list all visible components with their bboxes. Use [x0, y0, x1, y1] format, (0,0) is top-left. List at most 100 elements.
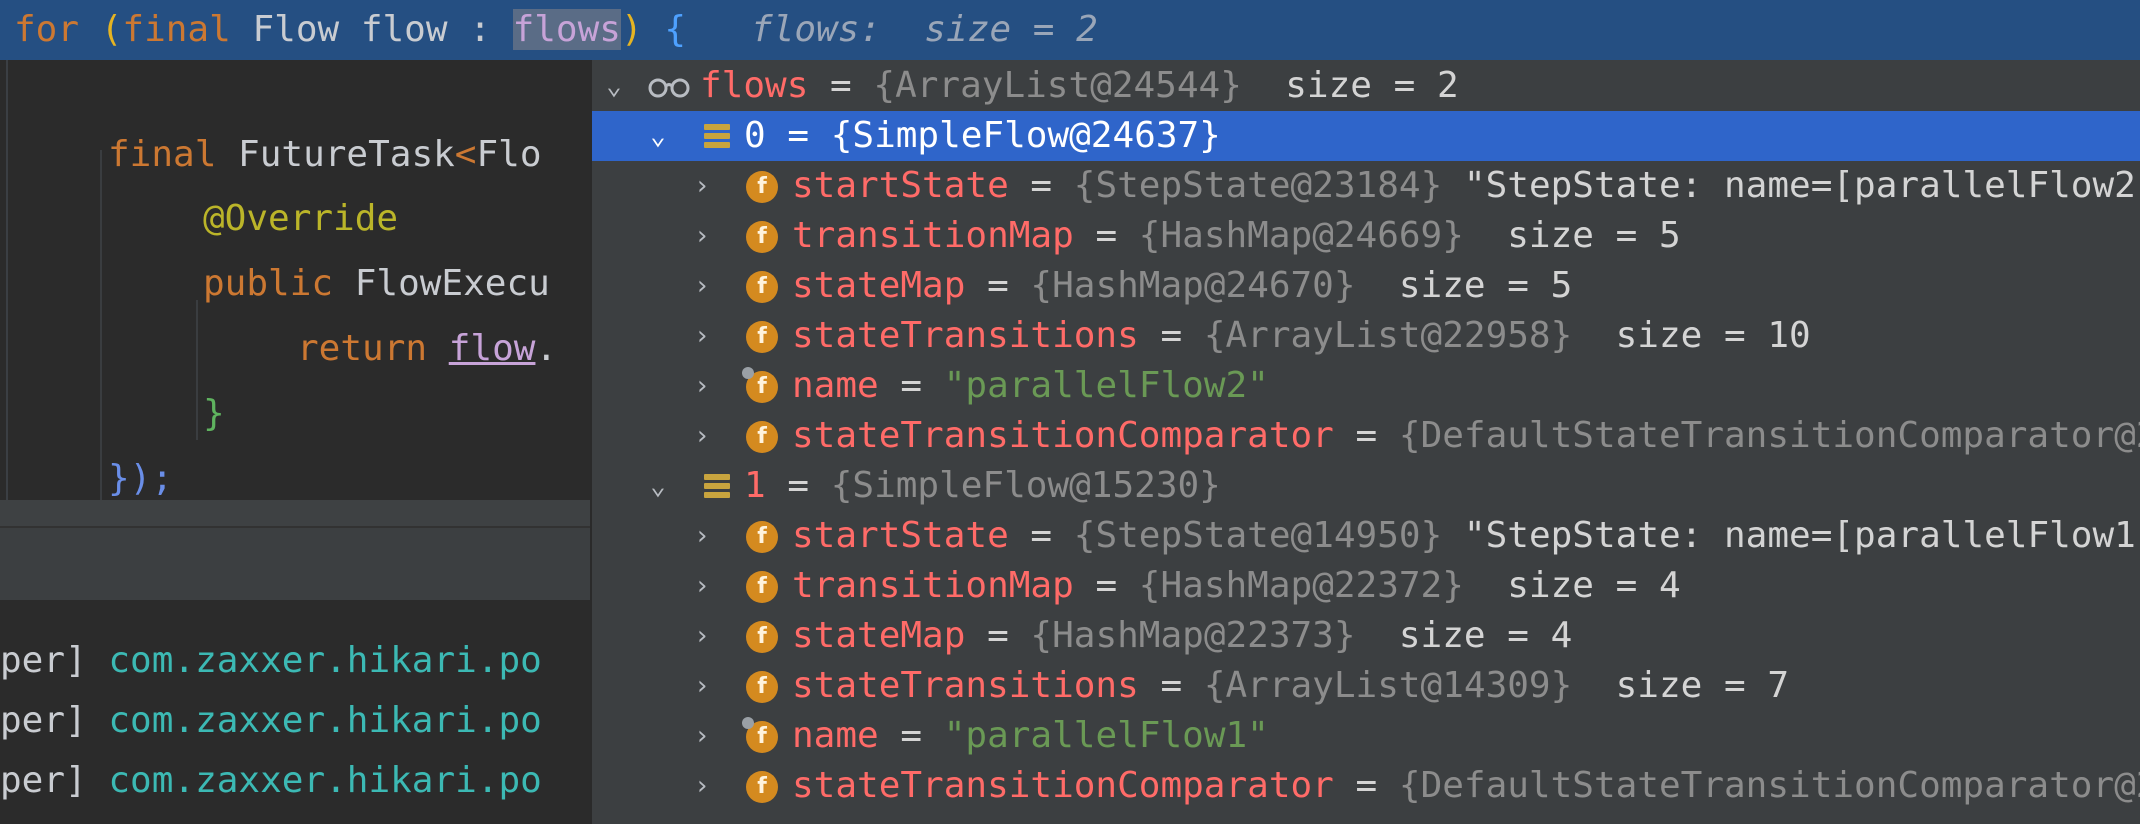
- code-line-4: return flow.: [297, 328, 557, 369]
- tree-row-field[interactable]: › f startState = {StepState@23184} "Step…: [592, 161, 2140, 211]
- chevron-right-icon[interactable]: ›: [690, 261, 714, 311]
- string-value: "parallelFlow2": [943, 365, 1269, 406]
- equals: =: [765, 115, 831, 156]
- equals: =: [878, 365, 944, 406]
- tree-row-field[interactable]: › f stateTransitions = {ArrayList@22958}…: [592, 311, 2140, 361]
- code-editor[interactable]: final FutureTask<Flo @Override public Fl…: [0, 60, 590, 500]
- list-element-icon: [704, 124, 730, 148]
- editor-current-line: for (final Flow flow : flows) { flows: s…: [0, 0, 2140, 60]
- code-line-5: }: [203, 393, 225, 434]
- tree-row-field[interactable]: › f stateTransitions = {ArrayList@14309}…: [592, 661, 2140, 711]
- code-line-3: public FlowExecu: [203, 263, 550, 304]
- field-icon-letter: f: [757, 724, 767, 749]
- list-element-icon: [704, 474, 730, 498]
- chevron-right-icon[interactable]: ›: [690, 761, 714, 811]
- chevron-right-icon[interactable]: ›: [690, 211, 714, 261]
- scrollbar-track[interactable]: [0, 500, 590, 526]
- inline-debug-hint: flows: size = 2: [751, 9, 1098, 50]
- field-icon: f: [746, 271, 778, 303]
- equals: =: [1138, 315, 1204, 356]
- chevron-down-icon[interactable]: ⌄: [602, 61, 626, 111]
- equals: =: [1008, 165, 1074, 206]
- tree-row-text: transitionMap = {HashMap@22372} size = 4: [792, 561, 1681, 611]
- console-logger: com.zaxxer.hikari.po: [108, 700, 542, 741]
- field-icon: f: [746, 621, 778, 653]
- code-text: FutureTask: [216, 134, 455, 175]
- highlighted-variable-flows[interactable]: flows: [512, 9, 621, 50]
- chevron-down-icon[interactable]: ⌄: [646, 111, 670, 161]
- field-icon: f: [746, 221, 778, 253]
- equals: =: [808, 65, 874, 106]
- tree-row-field[interactable]: › f transitionMap = {HashMap@22372} size…: [592, 561, 2140, 611]
- object-ref: {HashMap@22373}: [1030, 615, 1356, 656]
- equals: =: [965, 265, 1031, 306]
- tree-row-text: transitionMap = {HashMap@24669} size = 5: [792, 211, 1681, 261]
- value-extra: "StepState: name=[parallelFlow1.step0]": [1463, 515, 2140, 556]
- watch-glasses-icon: [648, 78, 690, 98]
- chevron-down-icon[interactable]: ⌄: [646, 461, 670, 511]
- object-ref: {HashMap@24669}: [1138, 215, 1464, 256]
- chevron-right-icon[interactable]: ›: [690, 711, 714, 761]
- chevron-right-icon[interactable]: ›: [690, 511, 714, 561]
- pin-icon: [742, 717, 754, 729]
- tree-row-text: stateTransitionComparator = {DefaultStat…: [792, 761, 2140, 811]
- tree-row-field[interactable]: › f stateTransitionComparator = {Default…: [592, 411, 2140, 461]
- tree-row-text: flows = {ArrayList@24544} size = 2: [700, 61, 1459, 111]
- chevron-right-icon[interactable]: ›: [690, 311, 714, 361]
- field-name: stateTransitions: [792, 665, 1139, 706]
- tree-row-item-0[interactable]: ⌄ 0 = {SimpleFlow@24637}: [592, 111, 2140, 161]
- chevron-right-icon[interactable]: ›: [690, 561, 714, 611]
- field-name: stateTransitionComparator: [792, 765, 1334, 806]
- tree-row-text: stateMap = {HashMap@24670} size = 5: [792, 261, 1572, 311]
- object-ref: {DefaultStateTransitionComparator@24671}: [1398, 415, 2140, 456]
- object-ref: {StepState@14950}: [1073, 515, 1443, 556]
- tree-row-field[interactable]: › f transitionMap = {HashMap@24669} size…: [592, 211, 2140, 261]
- field-name: stateTransitionComparator: [792, 415, 1334, 456]
- editor-gutter-divider: [6, 60, 8, 500]
- equals: =: [765, 465, 831, 506]
- object-ref: {DefaultStateTransitionComparator@22374}: [1398, 765, 2140, 806]
- indent-guide: [100, 150, 102, 500]
- chevron-right-icon[interactable]: ›: [690, 661, 714, 711]
- chevron-right-icon[interactable]: ›: [690, 361, 714, 411]
- code-line-1: final FutureTask<Flo: [108, 134, 542, 175]
- tree-row-flows[interactable]: ⌄ flows = {ArrayList@24544} size = 2: [592, 61, 2140, 111]
- object-ref: {SimpleFlow@15230}: [830, 465, 1221, 506]
- equals: =: [1138, 665, 1204, 706]
- chevron-right-icon[interactable]: ›: [690, 161, 714, 211]
- tree-row-field[interactable]: › f name = "parallelFlow2": [592, 361, 2140, 411]
- tree-row-field[interactable]: › f startState = {StepState@14950} "Step…: [592, 511, 2140, 561]
- tree-row-text: startState = {StepState@23184} "StepStat…: [792, 161, 2140, 211]
- keyword: public: [203, 263, 334, 304]
- tree-row-text: startState = {StepState@14950} "StepStat…: [792, 511, 2140, 561]
- field-icon: f: [746, 671, 778, 703]
- variable-flow[interactable]: flow: [449, 328, 536, 369]
- tree-row-item-1[interactable]: ⌄ 1 = {SimpleFlow@15230}: [592, 461, 2140, 511]
- tree-row-text: stateMap = {HashMap@22373} size = 4: [792, 611, 1572, 661]
- tree-row-text: name = "parallelFlow2": [792, 361, 1269, 411]
- paren-close: ): [620, 9, 643, 50]
- field-icon: f: [746, 771, 778, 803]
- tree-row-field[interactable]: › f stateMap = {HashMap@24670} size = 5: [592, 261, 2140, 311]
- pinned-field-icon: f: [742, 367, 778, 403]
- chevron-right-icon[interactable]: ›: [690, 411, 714, 461]
- tree-row-text: stateTransitions = {ArrayList@22958} siz…: [792, 311, 1811, 361]
- field-icon: f: [746, 421, 778, 453]
- tree-row-text: stateTransitions = {ArrayList@14309} siz…: [792, 661, 1789, 711]
- keyword-final: final: [122, 9, 231, 50]
- tree-row-field[interactable]: › f stateTransitionComparator = {Default…: [592, 761, 2140, 811]
- field-name: startState: [792, 515, 1009, 556]
- chevron-right-icon[interactable]: ›: [690, 611, 714, 661]
- field-name: transitionMap: [792, 215, 1074, 256]
- value-extra: size = 10: [1572, 315, 1811, 356]
- field-name: name: [792, 715, 879, 756]
- console-output[interactable]: per] com.zaxxer.hikari.po per] com.zaxxe…: [0, 600, 590, 824]
- field-icon-letter: f: [757, 374, 767, 399]
- tree-row-field[interactable]: › f stateMap = {HashMap@22373} size = 4: [592, 611, 2140, 661]
- debug-variables-popup[interactable]: ⌄ flows = {ArrayList@24544} size = 2 ⌄ 0…: [590, 60, 2140, 824]
- tree-row-field[interactable]: › f name = "parallelFlow1": [592, 711, 2140, 761]
- equals: =: [878, 715, 944, 756]
- object-ref: {ArrayList@14309}: [1203, 665, 1573, 706]
- console-logger: com.zaxxer.hikari.po: [108, 760, 542, 801]
- value-extra: size = 4: [1355, 615, 1573, 656]
